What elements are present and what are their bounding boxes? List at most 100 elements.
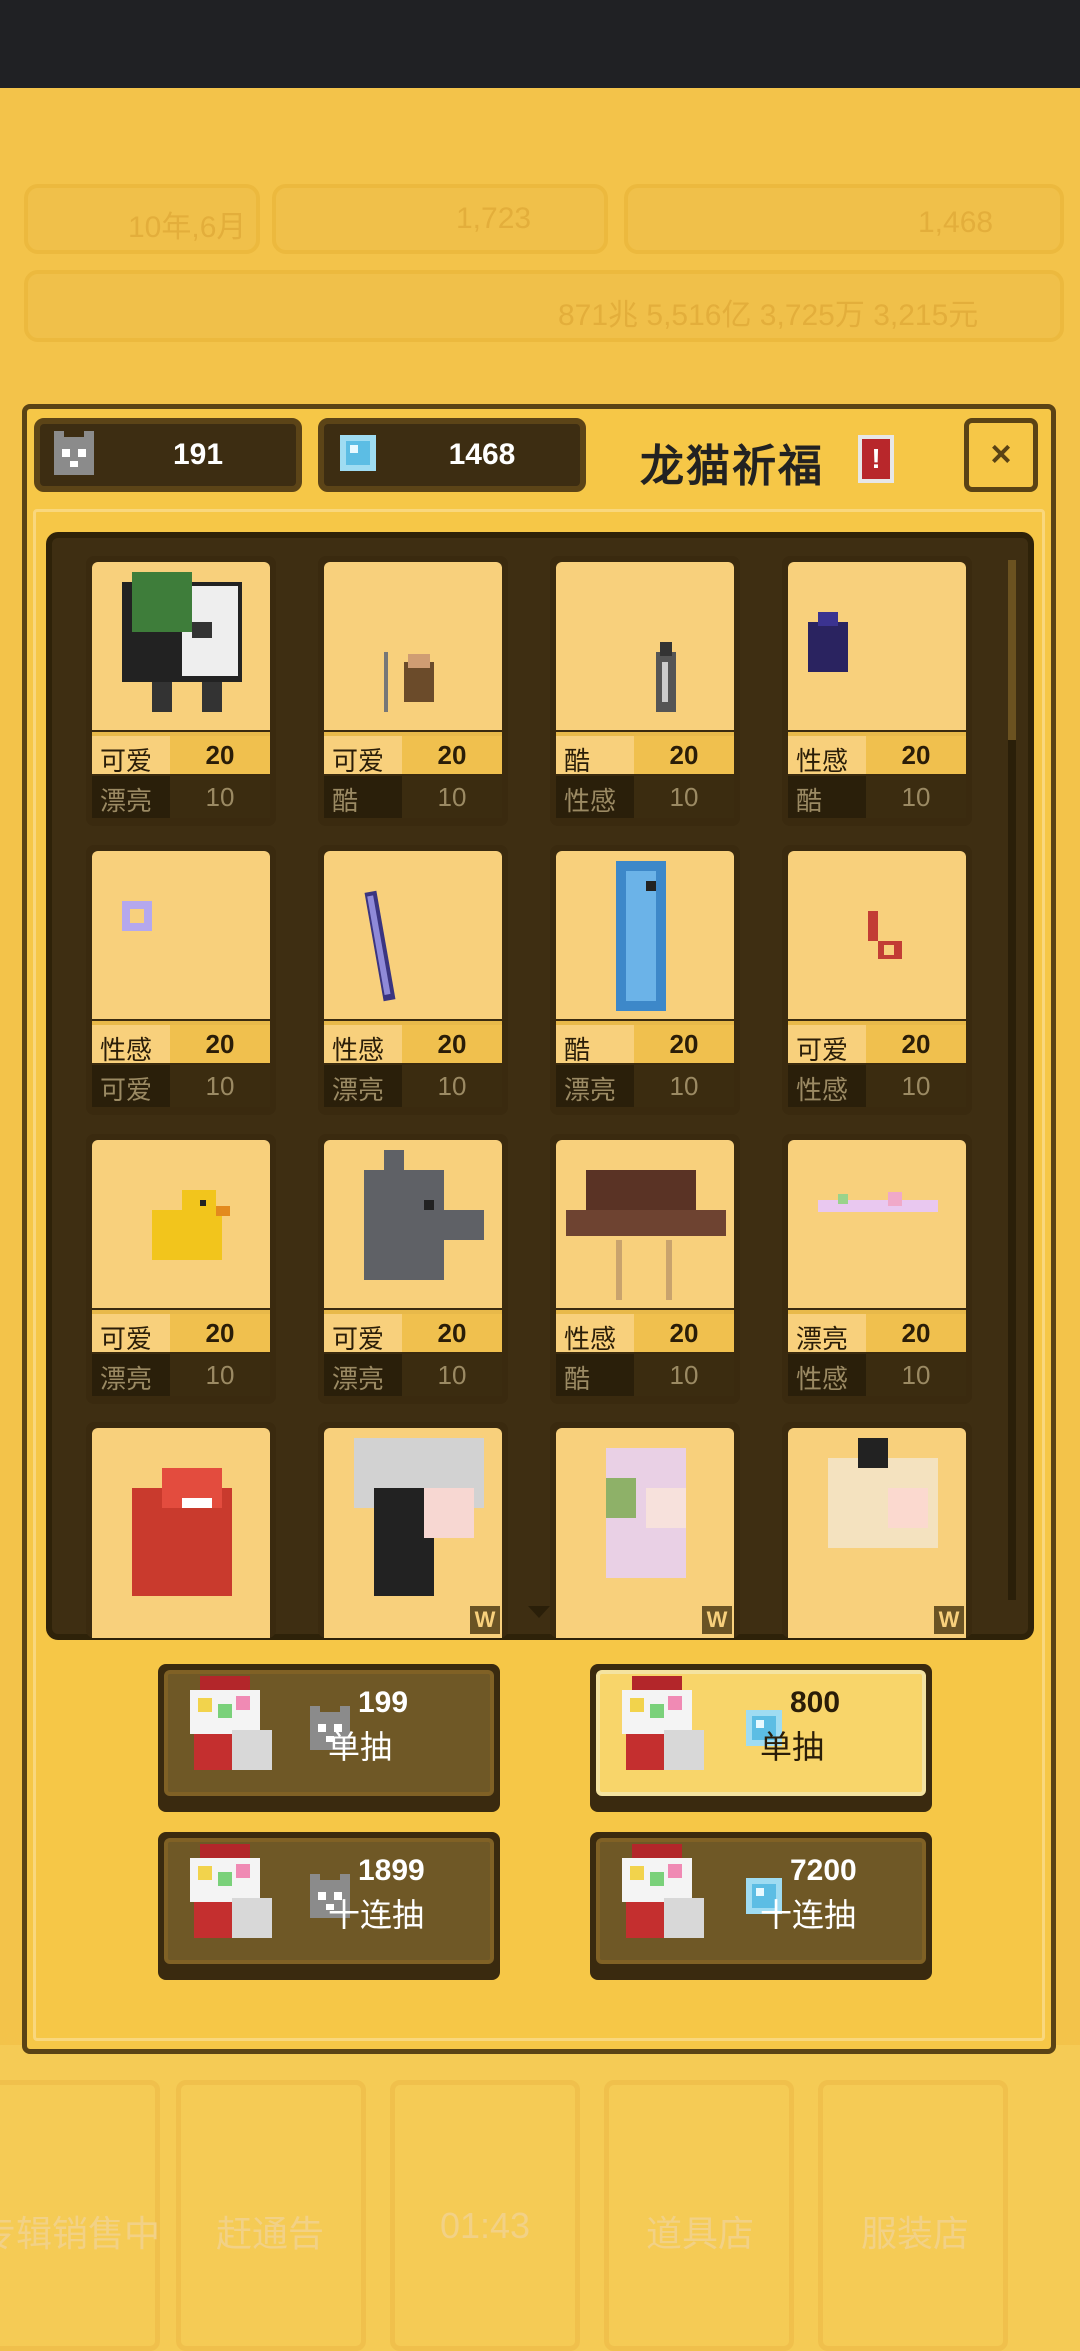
- item-card[interactable]: W: [318, 1422, 508, 1638]
- cat-head-icon: [364, 1150, 484, 1280]
- fish-icon: [616, 861, 666, 1011]
- bg-coins: 1,723: [456, 202, 532, 235]
- bg-nav-label-clothes: 服装店: [860, 2213, 969, 2254]
- ring-icon: [122, 901, 152, 931]
- cat-token-icon: [54, 431, 94, 475]
- item-image: [92, 1140, 270, 1308]
- secondary-stat-row: 性感 10: [788, 1065, 966, 1107]
- item-card[interactable]: 性感 20 酷 10: [550, 1134, 740, 1404]
- bg-nav-label-timer: 01:43: [439, 2205, 531, 2246]
- bottle-icon: [656, 642, 676, 712]
- item-card[interactable]: 可爱 20 漂亮 10: [86, 556, 276, 826]
- item-image: [92, 562, 270, 730]
- item-image: [788, 562, 966, 730]
- primary-stat-name: 可爱: [796, 1035, 849, 1065]
- item-card[interactable]: W: [550, 1422, 740, 1638]
- primary-stat-row: 酷 20: [556, 1021, 734, 1065]
- primary-stat-name: 可爱: [100, 1324, 153, 1354]
- gem-icon: [340, 435, 376, 471]
- gem-currency-value: 1468: [448, 438, 516, 471]
- secondary-stat-row: 酷 10: [556, 1354, 734, 1396]
- item-card[interactable]: 可爱 20 性感 10: [782, 845, 972, 1115]
- primary-stat-value: 20: [866, 736, 966, 774]
- secondary-stat-row: 漂亮 10: [556, 1065, 734, 1107]
- item-card[interactable]: 可爱 20 酷 10: [318, 556, 508, 826]
- gem-currency-pill: 1468: [318, 418, 586, 492]
- duck-icon: [152, 1190, 230, 1260]
- primary-stat-value: 20: [866, 1314, 966, 1352]
- bg-date-box: 10年,6月: [24, 184, 260, 254]
- scrollbar-thumb[interactable]: [1008, 560, 1016, 740]
- secondary-stat-name: 酷: [564, 1364, 591, 1394]
- primary-stat-value: 20: [866, 1025, 966, 1063]
- info-button[interactable]: !: [858, 435, 894, 483]
- secondary-stat-row: 漂亮 10: [92, 1354, 270, 1396]
- bg-nav-label-notice: 赶通告: [215, 2213, 324, 2254]
- primary-stat-value: 20: [634, 736, 734, 774]
- cat-draw-button-single[interactable]: 199 单抽: [158, 1664, 500, 1812]
- item-card[interactable]: 漂亮 20 性感 10: [782, 1134, 972, 1404]
- silver-hair-icon: [354, 1438, 484, 1598]
- primary-stat-name: 可爱: [100, 746, 153, 776]
- primary-stat-row: 性感 20: [324, 1021, 502, 1065]
- secondary-stat-value: 10: [866, 1065, 966, 1107]
- item-image: [556, 1140, 734, 1308]
- bg-gems-box: 1,468: [624, 184, 1064, 254]
- secondary-stat-row: 漂亮 10: [92, 776, 270, 818]
- gumball-machine-icon: [190, 1676, 272, 1770]
- draw-label: 单抽: [328, 1729, 393, 1765]
- headphone-girl-icon: [606, 1448, 686, 1578]
- primary-stat-row: 可爱 20: [324, 1310, 502, 1354]
- draw-cost: 199: [358, 1686, 409, 1719]
- secondary-stat-row: 漂亮 10: [324, 1065, 502, 1107]
- item-image: [92, 1428, 270, 1638]
- primary-stat-value: 20: [170, 1314, 270, 1352]
- secondary-stat-name: 漂亮: [332, 1364, 385, 1394]
- primary-stat-value: 20: [402, 736, 502, 774]
- primary-stat-value: 20: [170, 1025, 270, 1063]
- secondary-stat-value: 10: [634, 1065, 734, 1107]
- bg-money: 871兆 5,516亿 3,725万 3,215元: [558, 299, 979, 332]
- secondary-stat-name: 性感: [796, 1364, 849, 1394]
- item-image: [92, 851, 270, 1019]
- item-image: [556, 562, 734, 730]
- primary-stat-row: 可爱 20: [788, 1021, 966, 1065]
- secondary-stat-name: 酷: [796, 786, 823, 816]
- draw-cost: 7200: [790, 1854, 857, 1887]
- bg-coins-box: 1,723: [272, 184, 608, 254]
- cat-draw-button-ten[interactable]: 1899 十连抽: [158, 1832, 500, 1980]
- item-card[interactable]: 性感 20 漂亮 10: [318, 845, 508, 1115]
- primary-stat-name: 性感: [796, 746, 849, 776]
- primary-stat-row: 漂亮 20: [788, 1310, 966, 1354]
- item-card[interactable]: 性感 20 酷 10: [782, 556, 972, 826]
- item-card[interactable]: W: [782, 1422, 972, 1638]
- item-card[interactable]: 性感 20 可爱 10: [86, 845, 276, 1115]
- secondary-stat-name: 漂亮: [100, 1364, 153, 1394]
- flower-string-icon: [818, 1192, 938, 1212]
- primary-stat-row: 可爱 20: [92, 732, 270, 776]
- primary-stat-name: 性感: [564, 1324, 617, 1354]
- item-card[interactable]: 可爱 20 漂亮 10: [318, 1134, 508, 1404]
- item-card[interactable]: [86, 1422, 276, 1638]
- secondary-stat-value: 10: [170, 1354, 270, 1396]
- secondary-stat-name: 漂亮: [564, 1075, 617, 1105]
- w-badge: W: [702, 1606, 732, 1634]
- secondary-stat-name: 酷: [332, 786, 359, 816]
- gem-draw-button-single[interactable]: 800 单抽: [590, 1664, 932, 1812]
- item-image: [324, 851, 502, 1019]
- item-card[interactable]: 酷 20 性感 10: [550, 556, 740, 826]
- secondary-stat-value: 10: [402, 1354, 502, 1396]
- secondary-stat-value: 10: [402, 1065, 502, 1107]
- primary-stat-value: 20: [402, 1025, 502, 1063]
- draw-cost: 1899: [358, 1854, 425, 1887]
- page-title: 龙猫祈福: [640, 442, 824, 491]
- secondary-stat-value: 10: [170, 1065, 270, 1107]
- gem-draw-button-ten[interactable]: 7200 十连抽: [590, 1832, 932, 1980]
- blonde-bun-icon: [828, 1438, 938, 1548]
- bg-money-box: 871兆 5,516亿 3,725万 3,215元: [24, 270, 1064, 342]
- tiny-warrior-icon: [384, 652, 434, 712]
- secondary-stat-value: 10: [402, 776, 502, 818]
- item-card[interactable]: 酷 20 漂亮 10: [550, 845, 740, 1115]
- close-button[interactable]: ×: [964, 418, 1038, 492]
- item-card[interactable]: 可爱 20 漂亮 10: [86, 1134, 276, 1404]
